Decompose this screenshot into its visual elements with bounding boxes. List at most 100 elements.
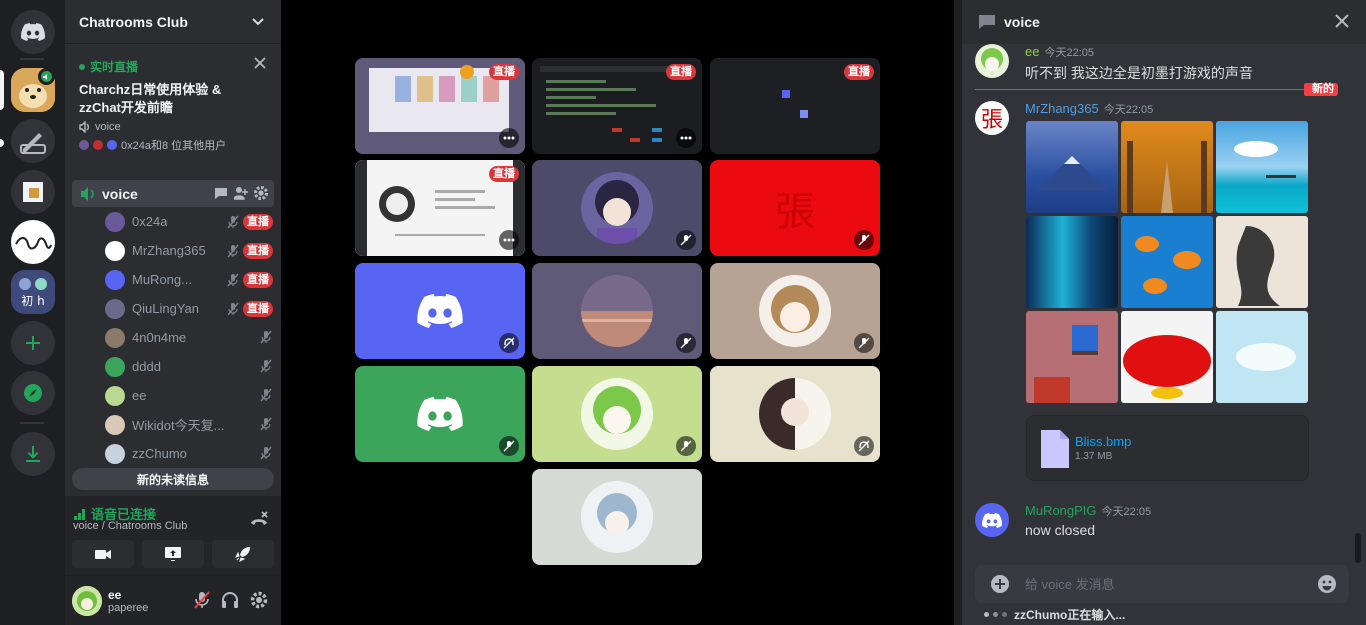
close-icon[interactable] xyxy=(1334,13,1350,29)
activity-button[interactable] xyxy=(212,540,274,568)
chat-bubble-icon xyxy=(979,15,995,29)
attachment-image[interactable] xyxy=(1216,216,1308,308)
voice-member[interactable]: Wikidot今天复... xyxy=(105,411,273,438)
author-avatar[interactable] xyxy=(975,44,1009,78)
new-messages-tag: 新的 xyxy=(1304,83,1338,96)
live-badge: 直播 xyxy=(243,214,273,230)
channel-sidebar: Chatrooms Club 实时直播 Charchz日常使用体验 & zzCh… xyxy=(65,0,281,625)
event-channel-name: voice xyxy=(95,121,121,133)
member-name: 0x24a xyxy=(132,214,168,229)
file-name[interactable]: Bliss.bmp xyxy=(1075,434,1131,449)
author-name[interactable]: MuRongPIG xyxy=(1025,503,1097,518)
handwritten-logo-icon xyxy=(15,237,52,250)
timestamp: 今天22:05 xyxy=(1044,47,1094,59)
member-name: ee xyxy=(132,388,147,403)
member-status-icons xyxy=(259,417,273,431)
gear-icon[interactable] xyxy=(254,186,268,200)
screen-share-button[interactable] xyxy=(142,540,204,568)
member-status-icons: 直播 xyxy=(226,272,273,288)
attachment-image[interactable] xyxy=(1026,311,1118,403)
file-attachment[interactable]: Bliss.bmp 1.37 MB xyxy=(1026,415,1309,481)
participant-tile-wikidot[interactable] xyxy=(710,263,880,359)
participant-tile-murong[interactable] xyxy=(355,263,525,359)
download-apps-button[interactable] xyxy=(11,432,55,476)
live-badge: 直播 xyxy=(243,243,273,259)
author-avatar[interactable] xyxy=(975,503,1009,537)
voice-member[interactable]: MrZhang365 直播 xyxy=(105,237,273,264)
attachment-image[interactable] xyxy=(1121,216,1213,308)
voice-member[interactable]: ee xyxy=(105,382,273,409)
user-status: paperee xyxy=(108,602,149,614)
participant-tile-zzchumo[interactable] xyxy=(532,469,702,565)
user-avatar[interactable] xyxy=(72,586,102,616)
author-name[interactable]: MrZhang365 xyxy=(1025,101,1099,116)
explore-servers-button[interactable] xyxy=(11,371,55,415)
disconnect-icon[interactable] xyxy=(249,510,269,528)
live-status-label: 实时直播 xyxy=(90,60,139,74)
camera-button[interactable] xyxy=(72,540,134,568)
add-attachment-icon[interactable] xyxy=(991,575,1009,593)
voice-member[interactable]: 0x24a 直播 xyxy=(105,208,273,235)
server-2[interactable] xyxy=(11,119,55,163)
attachment-image[interactable] xyxy=(1121,311,1213,403)
participant-tile-ee[interactable] xyxy=(532,366,702,462)
server-3[interactable] xyxy=(11,170,55,214)
voice-text-chat: voice ee 今天22:05 听不到 我这边全是初墨打游戏的声音 新的 張 M… xyxy=(962,0,1366,625)
server-name: Chatrooms Club xyxy=(79,13,188,30)
message-input[interactable] xyxy=(1025,574,1305,594)
voice-member[interactable]: zzChumo xyxy=(105,440,273,467)
mic-muted-icon xyxy=(854,230,874,250)
unread-messages-banner[interactable]: 新的未读信息 xyxy=(72,468,274,490)
attendee-avatar xyxy=(79,140,89,150)
more-options-icon[interactable] xyxy=(676,128,696,148)
author-avatar[interactable]: 張 xyxy=(975,101,1009,135)
voice-member[interactable]: dddd xyxy=(105,353,273,380)
live-event-card[interactable]: 实时直播 Charchz日常使用体验 & zzChat开发前瞻 voice 0x… xyxy=(65,50,281,170)
member-status-icons xyxy=(259,388,273,402)
attachment-image[interactable] xyxy=(1216,121,1308,213)
home-button[interactable] xyxy=(11,10,55,54)
server-header[interactable]: Chatrooms Club xyxy=(65,0,281,44)
attachment-image[interactable] xyxy=(1121,121,1213,213)
participant-tile-mrzhang365[interactable]: 張 xyxy=(710,160,880,256)
server-4[interactable] xyxy=(11,220,55,264)
server-5[interactable]: 初 h xyxy=(11,270,55,314)
participant-tile-qiulingyan[interactable] xyxy=(532,263,702,359)
invite-user-icon[interactable] xyxy=(234,186,248,200)
event-channel: voice xyxy=(79,121,267,133)
attachment-image[interactable] xyxy=(1026,216,1118,308)
emoji-icon[interactable] xyxy=(1317,574,1337,594)
add-server-button[interactable] xyxy=(11,321,55,365)
stream-tile-qiulingyan[interactable]: 直播 xyxy=(355,160,525,256)
chat-scrollbar[interactable] xyxy=(1355,533,1361,563)
mic-muted-icon[interactable] xyxy=(194,591,210,609)
anime-avatar-icon: 初 h xyxy=(11,270,55,314)
stream-tile-mrzhang365[interactable]: 直播 xyxy=(532,58,702,154)
member-status-icons: 直播 xyxy=(226,301,273,317)
participant-tile-4n0n4me-2[interactable] xyxy=(710,366,880,462)
voice-channel-item[interactable]: voice xyxy=(72,180,274,207)
more-options-icon[interactable] xyxy=(499,128,519,148)
more-options-icon[interactable] xyxy=(499,230,519,250)
stream-tile-0x24a[interactable]: 直播 xyxy=(355,58,525,154)
voice-member[interactable]: QiuLingYan 直播 xyxy=(105,295,273,322)
author-name[interactable]: ee xyxy=(1025,44,1039,59)
voice-member[interactable]: MuRong... 直播 xyxy=(105,266,273,293)
server-rail: 初 h xyxy=(0,0,65,625)
typing-dot-icon xyxy=(984,612,989,617)
headphones-icon[interactable] xyxy=(221,591,239,609)
close-icon[interactable] xyxy=(253,56,267,70)
attachment-image[interactable] xyxy=(1216,311,1308,403)
stream-tile-murong[interactable]: 直播 xyxy=(710,58,880,154)
camera-icon xyxy=(95,550,111,559)
participant-tile-dddd[interactable] xyxy=(355,366,525,462)
chat-bubble-icon[interactable] xyxy=(214,186,228,200)
voice-location[interactable]: voice / Chatrooms Club xyxy=(73,520,187,532)
attachment-image[interactable] xyxy=(1026,121,1118,213)
message-text: now closed xyxy=(1025,522,1096,538)
participant-tile-4n0n4me[interactable] xyxy=(532,160,702,256)
voice-member[interactable]: 4n0n4me xyxy=(105,324,273,351)
mic-muted-icon xyxy=(676,333,696,353)
settings-gear-icon[interactable] xyxy=(250,591,268,609)
channel-actions xyxy=(214,186,268,200)
